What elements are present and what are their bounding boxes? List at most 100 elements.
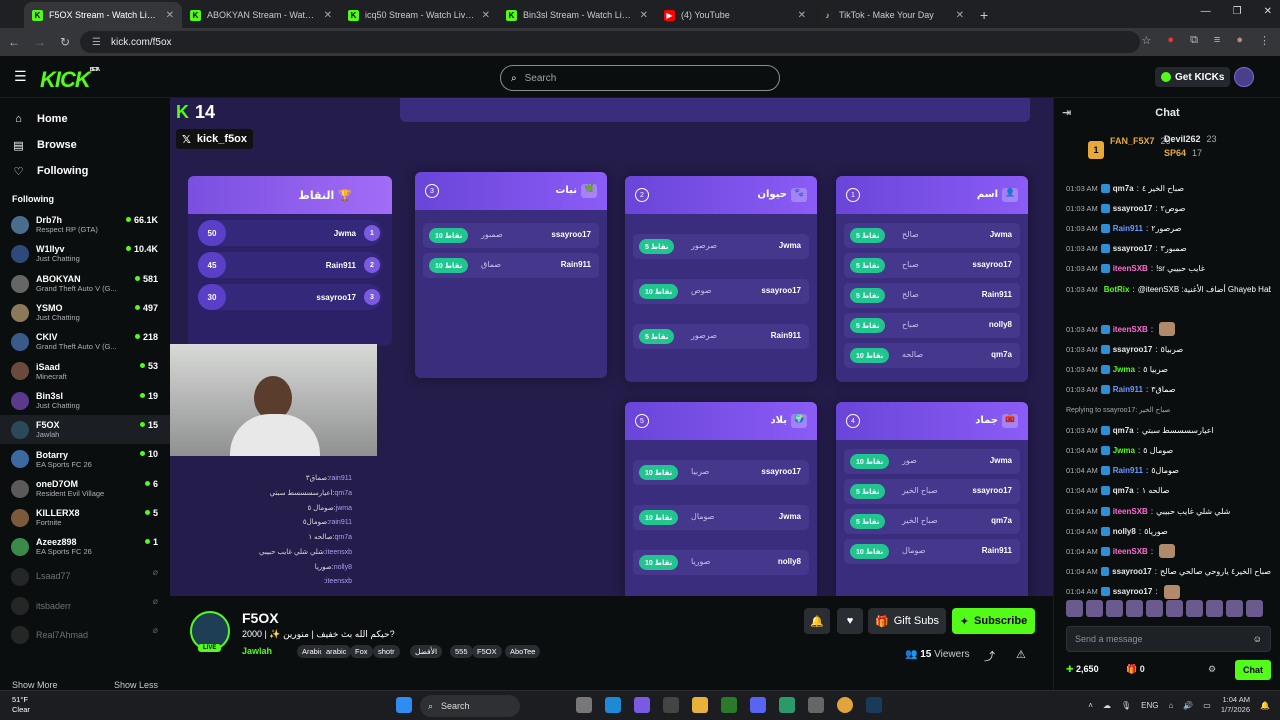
profile-icon[interactable]: ●	[1236, 34, 1243, 47]
get-kicks-button[interactable]: Get KICKs	[1155, 67, 1231, 87]
extension-icon[interactable]: ●	[1167, 34, 1174, 47]
mic-icon[interactable]: 🎙	[1121, 701, 1131, 710]
browser-tab[interactable]: KABOKYAN Stream - Watch Live✕	[182, 2, 340, 28]
notification-icon[interactable]: 🔔	[1260, 701, 1270, 710]
emote-icon[interactable]	[1206, 600, 1223, 617]
chevron-up-icon[interactable]: ˄	[1088, 701, 1093, 710]
edge-icon[interactable]	[605, 697, 621, 713]
url-field[interactable]: ☰ kick.com/f5ox	[80, 31, 1140, 53]
emote-icon[interactable]	[1106, 600, 1123, 617]
forward-icon[interactable]: →	[34, 35, 46, 49]
weather-widget[interactable]: 51°F Clear	[12, 695, 30, 715]
close-tab-icon[interactable]: ✕	[956, 10, 964, 21]
media-icon[interactable]: ≡	[1214, 34, 1220, 47]
back-icon[interactable]: ←	[8, 35, 20, 49]
task-view-icon[interactable]	[576, 697, 592, 713]
followed-channel[interactable]: itsbaderr ⌀	[0, 591, 170, 620]
show-less-button[interactable]: Show Less	[114, 680, 158, 690]
browser-tab[interactable]: KBin3sl Stream - Watch Live on K✕	[498, 2, 656, 28]
stream-tag[interactable]: AboTee	[505, 645, 541, 658]
followed-channel[interactable]: ABOKYAN Grand Theft Auto V (G... 581	[0, 269, 170, 298]
collapse-chat-icon[interactable]: ⇥	[1062, 106, 1071, 119]
restore-icon[interactable]: ❐	[1233, 6, 1242, 17]
followed-channel[interactable]: oneD7OM Resident Evil Village 6	[0, 474, 170, 503]
stream-tag[interactable]: arabic	[321, 645, 352, 658]
browser-tab[interactable]: KF5OX Stream - Watch Live on K✕	[24, 2, 182, 28]
followed-channel[interactable]: KILLERX8 Fortnite 5	[0, 503, 170, 532]
volume-icon[interactable]: 🔊	[1183, 701, 1193, 710]
close-tab-icon[interactable]: ✕	[324, 10, 332, 21]
site-info-icon[interactable]: ☰	[92, 37, 101, 48]
stream-tag[interactable]: shotr	[373, 645, 400, 658]
followed-channel[interactable]: CKIV Grand Theft Auto V (G... 218	[0, 327, 170, 356]
stream-tag[interactable]: الأفضل	[410, 645, 443, 658]
app-icon[interactable]	[779, 697, 795, 713]
stream-tag[interactable]: F5OX	[472, 645, 502, 658]
notification-bell-button[interactable]: 🔔	[804, 608, 830, 634]
follow-heart-button[interactable]: ♥	[837, 608, 863, 634]
kick-logo[interactable]: KICKBETA	[40, 67, 100, 93]
user-avatar[interactable]	[1234, 67, 1254, 87]
chrome-icon[interactable]	[837, 697, 853, 713]
subscribe-button[interactable]: ✦ Subscribe	[952, 608, 1035, 634]
clock[interactable]: 1:04 AM 1/7/2026	[1221, 695, 1250, 715]
channel-name[interactable]: F5OX	[242, 610, 279, 626]
top-gifter[interactable]: Devil262 23	[1164, 134, 1217, 144]
top-gifter[interactable]: SP64 17	[1164, 148, 1202, 158]
puzzle-icon[interactable]: ⧉	[1190, 34, 1198, 47]
nav-home[interactable]: ⌂ Home	[0, 106, 170, 132]
emote-icon[interactable]	[1126, 600, 1143, 617]
hamburger-icon[interactable]: ☰	[14, 68, 27, 85]
followed-channel[interactable]: F5OX Jawlah 15	[0, 415, 170, 445]
emote-icon[interactable]	[1166, 600, 1183, 617]
language-indicator[interactable]: ENG	[1141, 701, 1158, 710]
followed-channel[interactable]: YSMO Just Chatting 497	[0, 298, 170, 327]
followed-channel[interactable]: Real7Ahmad ⌀	[0, 620, 170, 649]
minimize-icon[interactable]: —	[1201, 6, 1211, 17]
report-icon[interactable]: ⚠	[1016, 648, 1026, 661]
send-chat-button[interactable]: Chat	[1235, 660, 1271, 680]
show-more-button[interactable]: Show More	[12, 680, 58, 690]
network-icon[interactable]: ⌂	[1168, 701, 1173, 710]
stream-tag[interactable]: 555	[450, 645, 473, 658]
gift-subs-button[interactable]: 🎁 Gift Subs	[868, 608, 946, 634]
emote-icon[interactable]	[1086, 600, 1103, 617]
share-icon[interactable]: ⤴	[984, 648, 995, 664]
emote-icon[interactable]	[1066, 600, 1083, 617]
windows-start-icon[interactable]	[396, 697, 412, 713]
stream-tag[interactable]: Fox	[350, 645, 373, 658]
followed-channel[interactable]: W1llyv Just Chatting 10.4K	[0, 239, 170, 268]
file-explorer-icon[interactable]	[692, 697, 708, 713]
close-tab-icon[interactable]: ✕	[482, 10, 490, 21]
xbox-icon[interactable]	[721, 697, 737, 713]
app2-icon[interactable]	[808, 697, 824, 713]
cloud-icon[interactable]: ☁	[1103, 701, 1111, 710]
top-gifter[interactable]: FAN_F5X7 26	[1110, 136, 1171, 146]
nav-following[interactable]: ♡ Following	[0, 158, 170, 184]
followed-channel[interactable]: Drb7h Respect RP (GTA) 66.1K	[0, 210, 170, 239]
followed-channel[interactable]: Lsaad77 ⌀	[0, 562, 170, 591]
emote-icon[interactable]	[1226, 600, 1243, 617]
emote-icon[interactable]	[1246, 600, 1263, 617]
category-link[interactable]: Jawlah	[242, 646, 272, 656]
video-player[interactable]: K 14 𝕏kick_f5ox النقاط 🏆 50 Jwma 1 45 Rain911 2…	[170, 98, 1053, 596]
emote-icon[interactable]	[1146, 600, 1163, 617]
browser-tab[interactable]: ♪ TikTok - Make Your Day ✕	[814, 2, 972, 28]
close-tab-icon[interactable]: ✕	[640, 10, 648, 21]
copilot-icon[interactable]	[634, 697, 650, 713]
nav-browse[interactable]: ▤ Browse	[0, 132, 170, 158]
browser-tab[interactable]: Kicq50 Stream - Watch Live on K✕	[340, 2, 498, 28]
search-input[interactable]: ⌕ Search	[500, 65, 780, 91]
emoji-icon[interactable]: ☺	[1253, 634, 1262, 644]
followed-channel[interactable]: Bin3sl Just Chatting 19	[0, 386, 170, 415]
store-icon[interactable]	[663, 697, 679, 713]
steam-icon[interactable]	[866, 697, 882, 713]
discord-icon[interactable]	[750, 697, 766, 713]
followed-channel[interactable]: Botarry EA Sports FC 26 10	[0, 444, 170, 473]
close-tab-icon[interactable]: ✕	[166, 10, 174, 21]
emote-icon[interactable]	[1186, 600, 1203, 617]
taskbar-search[interactable]: ⌕ Search	[420, 695, 520, 717]
followed-channel[interactable]: Azeez898 EA Sports FC 26 1	[0, 532, 170, 561]
chat-input[interactable]: Send a message ☺	[1066, 626, 1271, 652]
close-window-icon[interactable]: ✕	[1264, 6, 1272, 17]
